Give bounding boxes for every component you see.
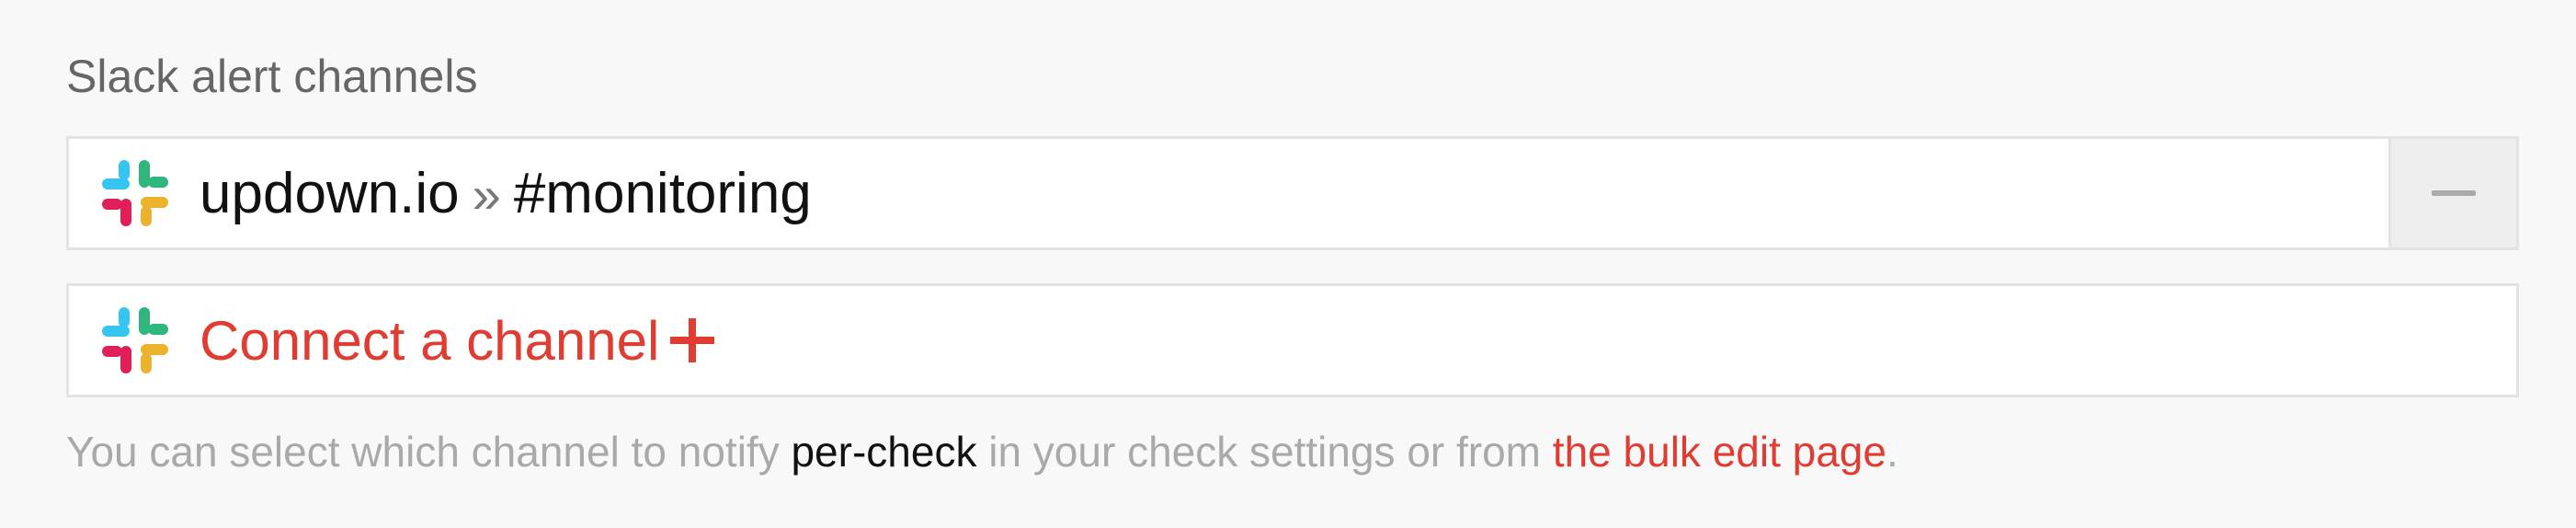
minus-icon xyxy=(2432,190,2476,196)
slack-icon xyxy=(102,307,168,373)
channel-label: updown.io» #monitoring xyxy=(199,161,812,226)
channel-separator: » xyxy=(472,165,501,224)
connect-channel-label: Connect a channel xyxy=(199,309,660,372)
slack-icon xyxy=(102,160,168,226)
bulk-edit-link[interactable]: the bulk edit page xyxy=(1553,428,1886,476)
per-check-emphasis: per-check xyxy=(791,428,977,476)
workspace-name: updown.io xyxy=(199,161,460,225)
plus-icon xyxy=(670,318,715,362)
section-title: Slack alert channels xyxy=(66,51,478,102)
help-text: You can select which channel to notify p… xyxy=(66,419,1898,484)
connect-channel-row[interactable]: Connect a channel xyxy=(66,283,2519,397)
help-text-part3: . xyxy=(1886,428,1898,476)
help-text-part1: You can select which channel to notify xyxy=(66,428,792,476)
channel-name: #monitoring xyxy=(513,161,812,225)
help-text-part2: in your check settings or from xyxy=(976,428,1553,476)
slack-channel-row: updown.io» #monitoring xyxy=(66,136,2519,250)
connect-channel-link[interactable]: Connect a channel xyxy=(199,309,715,373)
remove-channel-button[interactable] xyxy=(2388,139,2516,247)
